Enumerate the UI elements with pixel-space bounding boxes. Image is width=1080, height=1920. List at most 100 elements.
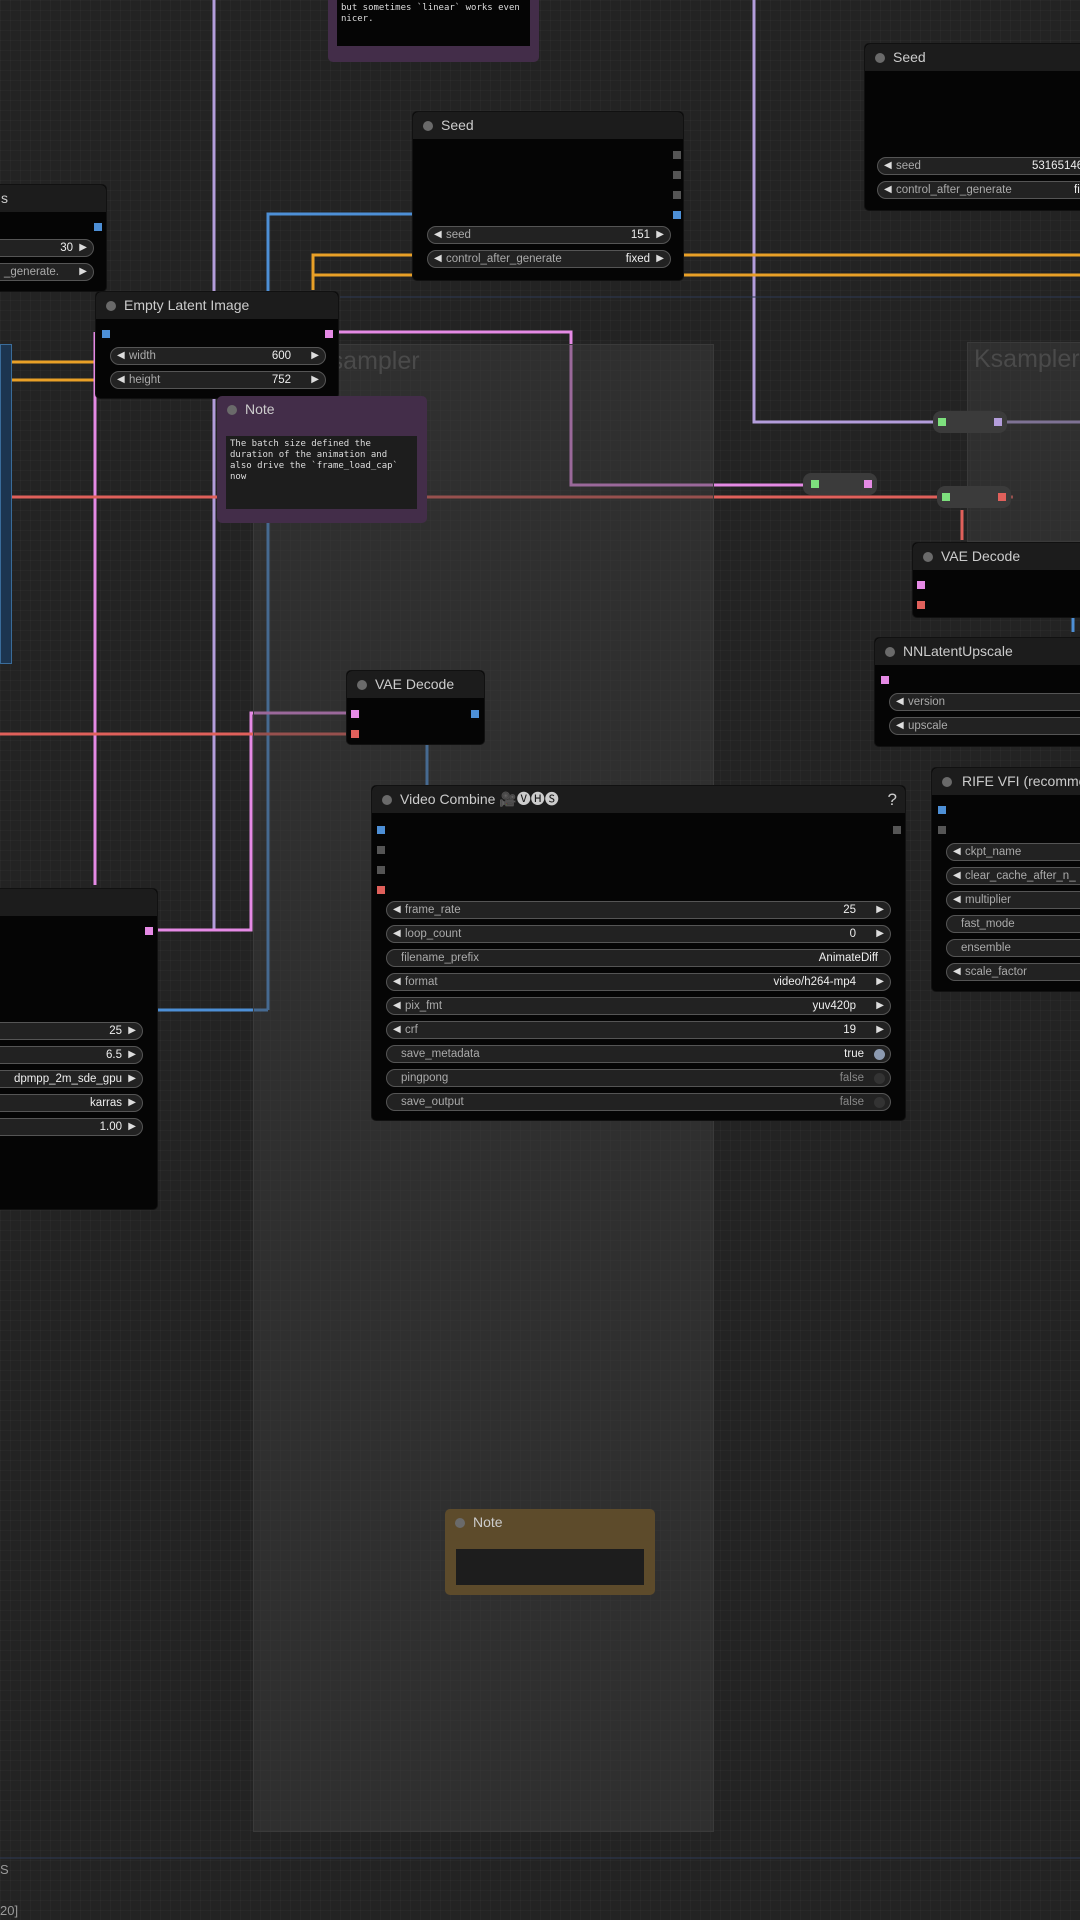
note-text[interactable]	[456, 1549, 644, 1585]
collapse-dot[interactable]	[923, 552, 933, 562]
output-slot[interactable]	[145, 927, 153, 935]
cfg-widget[interactable]: 6.5 ▶	[0, 1046, 143, 1064]
decrement-arrow-icon[interactable]: ◀	[953, 964, 961, 980]
collapse-dot[interactable]	[106, 301, 116, 311]
decrement-arrow-icon[interactable]: ◀	[393, 1022, 401, 1038]
output-slot[interactable]	[94, 223, 102, 231]
save-output-toggle[interactable]: save_output false	[386, 1093, 891, 1111]
nn-latent-upscale-node[interactable]: NNLatentUpscale ◀ version ◀ upscale	[874, 637, 1080, 747]
reroute-node[interactable]	[933, 411, 1007, 433]
version-widget[interactable]: ◀ version	[889, 693, 1080, 711]
output-slot[interactable]	[673, 211, 681, 219]
upscale-widget[interactable]: ◀ upscale	[889, 717, 1080, 735]
increment-arrow-icon[interactable]: ▶	[656, 227, 664, 243]
denoise-widget[interactable]: 1.00 ▶	[0, 1118, 143, 1136]
seed-widget[interactable]: ◀ seed 151 ▶	[427, 226, 671, 244]
value-widget[interactable]: 30 ▶	[0, 239, 94, 257]
decrement-arrow-icon[interactable]: ◀	[896, 694, 904, 710]
rife-vfi-node[interactable]: RIFE VFI (recomme ◀ ckpt_name ◀ clear_cach…	[931, 767, 1080, 992]
increment-arrow-icon[interactable]: ▶	[128, 1119, 136, 1135]
decrement-arrow-icon[interactable]: ◀	[117, 372, 125, 388]
note-top[interactable]: but sometimes `linear` works even nicer.	[328, 0, 539, 62]
rife-widget[interactable]: ◀ clear_cache_after_n_	[946, 867, 1080, 885]
decrement-arrow-icon[interactable]: ◀	[884, 158, 892, 174]
output-slot[interactable]	[325, 330, 333, 338]
loop-count-widget[interactable]: ◀ loop_count 0 ▶	[386, 925, 891, 943]
collapse-dot[interactable]	[942, 777, 952, 787]
format-widget[interactable]: ◀ format video/h264-mp4 ▶	[386, 973, 891, 991]
decrement-arrow-icon[interactable]: ◀	[953, 892, 961, 908]
seed-node-mid[interactable]: Seed ◀ seed 151 ▶ ◀ control_after_genera…	[412, 111, 684, 281]
decrement-arrow-icon[interactable]: ◀	[896, 718, 904, 734]
increment-arrow-icon[interactable]: ▶	[876, 926, 884, 942]
input-slot[interactable]	[377, 846, 385, 854]
pingpong-toggle[interactable]: pingpong false	[386, 1069, 891, 1087]
increment-arrow-icon[interactable]: ▶	[876, 974, 884, 990]
note-text[interactable]: The batch size defined the duration of t…	[226, 436, 417, 509]
ksampler-node[interactable]: 25 ▶ 6.5 ▶ dpmpp_2m_sde_gpu ▶ karras ▶ 1…	[0, 888, 158, 1210]
increment-arrow-icon[interactable]: ▶	[128, 1071, 136, 1087]
input-slot[interactable]	[377, 826, 385, 834]
rife-widget[interactable]: ◀ ckpt_name	[946, 843, 1080, 861]
input-slot[interactable]	[881, 676, 889, 684]
collapse-dot[interactable]	[875, 53, 885, 63]
input-slot[interactable]	[917, 581, 925, 589]
collapse-dot[interactable]	[455, 1518, 465, 1528]
empty-latent-image-node[interactable]: Empty Latent Image ◀ width 600 ▶ ◀ heigh…	[95, 291, 339, 399]
sampler-widget[interactable]: dpmpp_2m_sde_gpu ▶	[0, 1070, 143, 1088]
left-partial-node[interactable]: s 30 ▶ _generate. ▶	[0, 184, 107, 292]
control-after-generate-widget[interactable]: ◀ control_after_generate fixed ▶	[427, 250, 671, 268]
toggle-knob-off[interactable]	[874, 1073, 885, 1084]
increment-arrow-icon[interactable]: ▶	[311, 372, 319, 388]
video-combine-node[interactable]: Video Combine 🎥🅥🅗🅢? ◀ frame_rate 25 ▶ ◀ …	[371, 785, 906, 1121]
height-widget[interactable]: ◀ height 752 ▶	[110, 371, 326, 389]
vae-decode-node-right[interactable]: VAE Decode	[912, 542, 1080, 618]
input-slot[interactable]	[377, 866, 385, 874]
decrement-arrow-icon[interactable]: ◀	[434, 227, 442, 243]
rife-widget[interactable]: ensemble	[946, 939, 1080, 957]
decrement-arrow-icon[interactable]: ◀	[117, 348, 125, 364]
width-widget[interactable]: ◀ width 600 ▶	[110, 347, 326, 365]
input-slot[interactable]	[938, 826, 946, 834]
input-slot[interactable]	[942, 493, 950, 501]
collapse-dot[interactable]	[382, 795, 392, 805]
save-metadata-toggle[interactable]: save_metadata true	[386, 1045, 891, 1063]
increment-arrow-icon[interactable]: ▶	[79, 240, 87, 256]
output-slot[interactable]	[471, 710, 479, 718]
rife-widget[interactable]: ◀ multiplier	[946, 891, 1080, 909]
output-slot[interactable]	[673, 151, 681, 159]
vae-decode-node-mid[interactable]: VAE Decode	[346, 670, 485, 745]
increment-arrow-icon[interactable]: ▶	[876, 902, 884, 918]
toggle-knob-off[interactable]	[874, 1097, 885, 1108]
seed-widget[interactable]: ◀ seed 5316514644	[877, 157, 1080, 175]
rife-widget[interactable]: fast_mode	[946, 915, 1080, 933]
decrement-arrow-icon[interactable]: ◀	[953, 844, 961, 860]
increment-arrow-icon[interactable]: ▶	[128, 1023, 136, 1039]
seed-node-right[interactable]: Seed ◀ seed 5316514644 ◀ control_after_g…	[864, 43, 1080, 211]
reroute-node[interactable]	[937, 486, 1011, 508]
input-slot[interactable]	[351, 710, 359, 718]
output-slot[interactable]	[673, 191, 681, 199]
rife-widget[interactable]: ◀ scale_factor	[946, 963, 1080, 981]
output-slot[interactable]	[673, 171, 681, 179]
output-slot[interactable]	[864, 480, 872, 488]
reroute-node[interactable]	[803, 473, 877, 495]
input-slot[interactable]	[917, 601, 925, 609]
crf-widget[interactable]: ◀ crf 19 ▶	[386, 1021, 891, 1039]
generate-widget[interactable]: _generate. ▶	[0, 263, 94, 281]
input-slot[interactable]	[938, 418, 946, 426]
decrement-arrow-icon[interactable]: ◀	[393, 902, 401, 918]
note-batch-size[interactable]: Note The batch size defined the duration…	[217, 396, 427, 523]
decrement-arrow-icon[interactable]: ◀	[393, 998, 401, 1014]
steps-widget[interactable]: 25 ▶	[0, 1022, 143, 1040]
increment-arrow-icon[interactable]: ▶	[128, 1047, 136, 1063]
input-slot[interactable]	[102, 330, 110, 338]
increment-arrow-icon[interactable]: ▶	[656, 251, 664, 267]
increment-arrow-icon[interactable]: ▶	[79, 264, 87, 280]
scheduler-widget[interactable]: karras ▶	[0, 1094, 143, 1112]
collapse-dot[interactable]	[357, 680, 367, 690]
input-slot[interactable]	[811, 480, 819, 488]
help-icon[interactable]: ?	[888, 786, 897, 813]
ksampler-group-right[interactable]: Ksampler	[967, 342, 1080, 542]
increment-arrow-icon[interactable]: ▶	[311, 348, 319, 364]
